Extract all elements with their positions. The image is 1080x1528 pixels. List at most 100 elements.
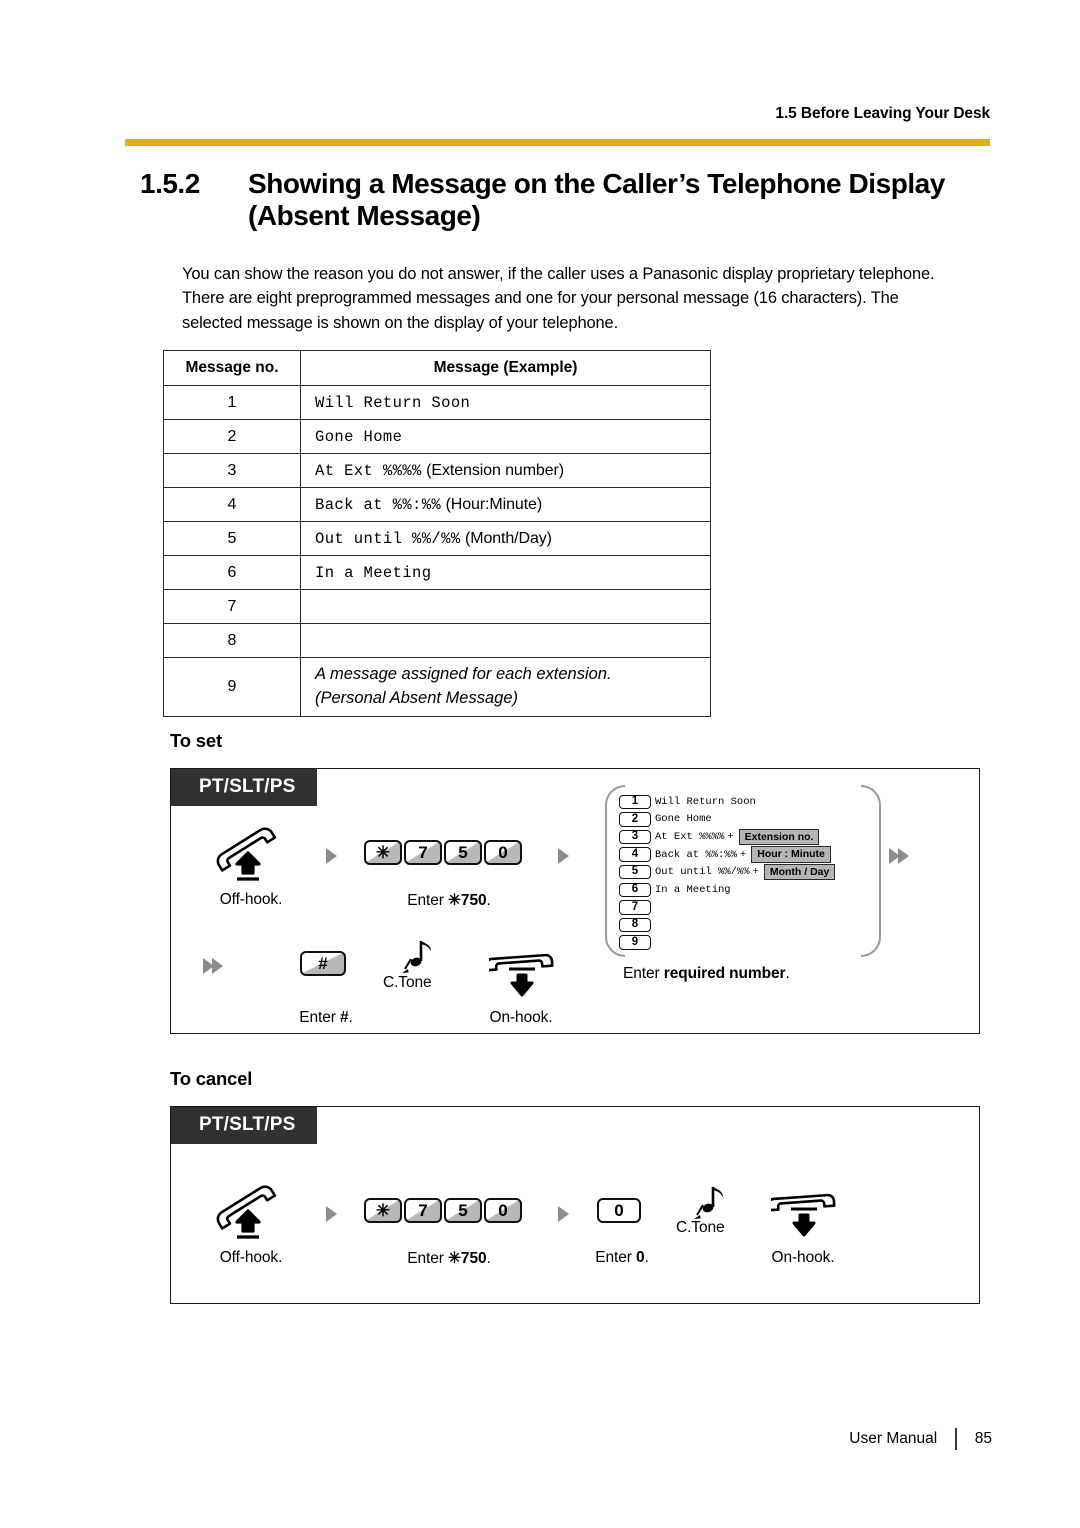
message-code: Back at %%:%% <box>315 495 442 514</box>
list-item[interactable]: 9 <box>619 934 871 952</box>
cell-no: 4 <box>163 487 301 522</box>
list-item[interactable]: 3 At Ext %%%% + Extension no. <box>619 828 871 846</box>
key-0[interactable]: 0 <box>484 840 522 865</box>
cell-no: 3 <box>163 453 301 488</box>
list-item[interactable]: 7 <box>619 899 871 917</box>
badge-hour-minute: Hour : Minute <box>751 846 831 863</box>
message-code: Out until %%/%% <box>315 529 461 548</box>
key-0[interactable]: 0 <box>484 1198 522 1223</box>
key-5[interactable]: 5 <box>444 840 482 865</box>
msg-plus: + <box>727 830 734 843</box>
caption-code: # <box>340 1009 349 1026</box>
list-item[interactable]: 6 In a Meeting <box>619 881 871 899</box>
msg-text: At Ext %%%% <box>655 830 725 843</box>
cell-no: 2 <box>163 419 301 454</box>
list-item[interactable]: 4 Back at %%:%% + Hour : Minute <box>619 846 871 864</box>
table-row: 4 Back at %%:%% (Hour:Minute) <box>163 487 711 522</box>
msg-key-7[interactable]: 7 <box>619 900 651 915</box>
cell-no: 8 <box>163 623 301 658</box>
key-asterisk[interactable]: ✳ <box>364 840 402 865</box>
page-footer: User Manual 85 <box>849 1428 992 1450</box>
caption-code: ✳750 <box>448 1250 487 1267</box>
key-5[interactable]: 5 <box>444 1198 482 1223</box>
table-header-row: Message no. Message (Example) <box>163 350 711 386</box>
page-title: 1.5.2 Showing a Message on the Caller’s … <box>140 168 995 233</box>
cell-no: 1 <box>163 385 301 420</box>
caption-pre: Enter <box>299 1009 340 1026</box>
offhook-caption: Off-hook. <box>219 1249 283 1266</box>
procedure-box-to-set: PT/SLT/PS Off-hook. ✳ 7 5 0 Enter ✳750. 1 W… <box>170 768 980 1034</box>
enter-hash-caption: Enter #. <box>271 1009 381 1027</box>
cell-message: At Ext %%%% (Extension number) <box>300 453 711 488</box>
msg-key-9[interactable]: 9 <box>619 935 651 950</box>
message-note: (Extension number) <box>426 461 564 479</box>
onhook-icon <box>484 947 555 1008</box>
msg-text: Back at %%:%% <box>655 848 737 861</box>
section-heading: Showing a Message on the Caller’s Teleph… <box>248 168 945 232</box>
list-item[interactable]: 1 Will Return Soon <box>619 793 871 811</box>
badge-extension-no: Extension no. <box>738 828 820 846</box>
table-row: 2 Gone Home <box>163 419 711 454</box>
cell-message <box>300 589 711 624</box>
cell-message: Back at %%:%% (Hour:Minute) <box>300 487 711 522</box>
device-type-tag: PT/SLT/PS <box>171 1107 318 1144</box>
enter-required-number-caption: Enter required number. <box>623 965 790 983</box>
msg-text: Out until %%/%% <box>655 866 750 879</box>
table-row: 5 Out until %%/%% (Month/Day) <box>163 521 711 556</box>
msg-text: Will Return Soon <box>655 795 756 808</box>
message-number-list: 1 Will Return Soon 2 Gone Home 3 At Ext … <box>619 793 871 951</box>
msg-key-1[interactable]: 1 <box>619 794 651 810</box>
msg-key-8[interactable]: 8 <box>619 917 651 933</box>
msg-plus: + <box>739 848 747 861</box>
cell-message: Gone Home <box>300 419 711 454</box>
message-code: At Ext %%%% <box>315 461 422 480</box>
key-7[interactable]: 7 <box>404 1198 442 1223</box>
cell-message: In a Meeting <box>300 555 711 590</box>
procedure-box-to-cancel: PT/SLT/PS Off-hook. ✳ 7 5 0 Enter ✳750. 0 E… <box>170 1106 980 1304</box>
cell-message <box>300 623 711 658</box>
caption-pre: Enter <box>623 965 664 982</box>
onhook-icon <box>766 1187 837 1248</box>
header-rule <box>125 139 990 146</box>
key-0[interactable]: 0 <box>597 1198 641 1223</box>
cell-no: 5 <box>163 521 301 556</box>
list-item[interactable]: 2 Gone Home <box>619 811 871 829</box>
offhook-caption: Off-hook. <box>219 891 283 908</box>
msg-key-3[interactable]: 3 <box>619 829 651 845</box>
message-note: (Hour:Minute) <box>445 495 543 513</box>
caption-post: . <box>486 1250 491 1267</box>
msg-key-2[interactable]: 2 <box>619 812 651 827</box>
keypad-750: ✳ 7 5 0 <box>363 840 523 865</box>
enter-750-caption: Enter ✳750. <box>349 1249 549 1268</box>
msg-key-6[interactable]: 6 <box>619 882 651 898</box>
msg-key-4[interactable]: 4 <box>619 847 651 862</box>
table-row: 9 A message assigned for each extension.… <box>163 657 711 717</box>
list-item[interactable]: 5 Out until %%/%% + Month / Day <box>619 863 871 881</box>
offhook-icon <box>215 827 283 886</box>
step-arrow-icon <box>326 1205 337 1223</box>
badge-month-day: Month / Day <box>763 863 836 881</box>
caption-post: . <box>644 1249 649 1266</box>
th-message-no: Message no. <box>163 350 301 386</box>
message-code: Will Return Soon <box>315 393 471 412</box>
table-row: 8 <box>163 623 711 658</box>
message-italic-line1: A message assigned for each extension. <box>315 665 612 684</box>
intro-paragraph: You can show the reason you do not answe… <box>182 265 935 332</box>
msg-plus: + <box>752 866 759 879</box>
key-hash[interactable]: # <box>300 951 346 976</box>
message-note: (Month/Day) <box>464 529 552 547</box>
th-message-example: Message (Example) <box>300 350 711 386</box>
enter-750-caption: Enter ✳750. <box>349 891 549 910</box>
msg-text: In a Meeting <box>655 883 731 896</box>
cell-message: Will Return Soon <box>300 385 711 420</box>
table-row: 7 <box>163 589 711 624</box>
key-asterisk[interactable]: ✳ <box>364 1198 402 1223</box>
key-7[interactable]: 7 <box>404 840 442 865</box>
step-arrow-icon <box>558 847 569 865</box>
manual-label: User Manual <box>849 1430 938 1447</box>
continue-arrow-icon <box>889 847 909 865</box>
step-arrow-icon <box>326 847 337 865</box>
list-item[interactable]: 8 <box>619 916 871 934</box>
msg-key-5[interactable]: 5 <box>619 864 651 880</box>
caption-pre: Enter <box>407 1250 449 1267</box>
